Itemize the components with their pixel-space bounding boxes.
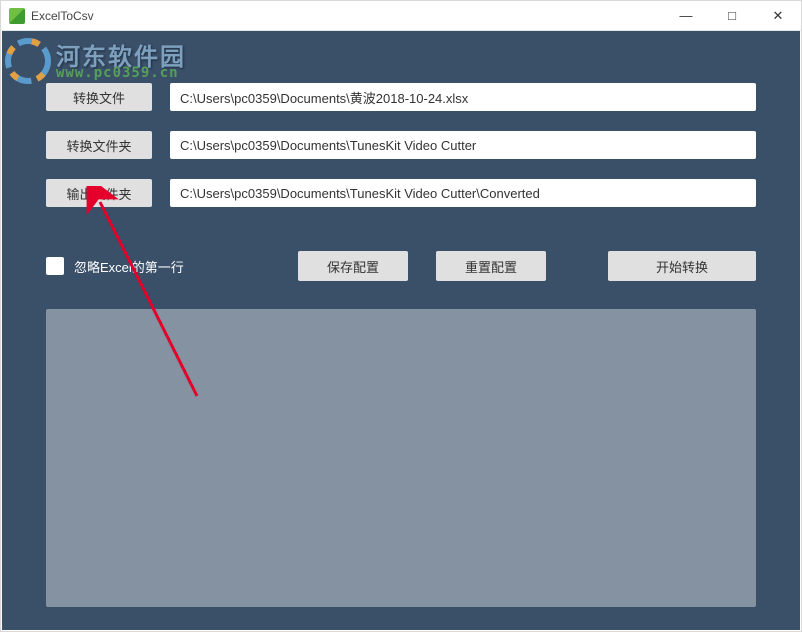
- ignore-first-row-checkbox[interactable]: [46, 257, 64, 275]
- convert-file-button[interactable]: 转换文件: [46, 83, 152, 111]
- maximize-button[interactable]: □: [709, 1, 755, 31]
- start-convert-button[interactable]: 开始转换: [608, 251, 756, 281]
- options-row: 忽略Excel的第一行 保存配置 重置配置 开始转换: [2, 227, 800, 281]
- convert-folder-button[interactable]: 转换文件夹: [46, 131, 152, 159]
- ignore-first-row-label: 忽略Excel的第一行: [74, 257, 184, 276]
- output-folder-button[interactable]: 输出文件夹: [46, 179, 152, 207]
- minimize-button[interactable]: —: [663, 1, 709, 31]
- reset-config-button[interactable]: 重置配置: [436, 251, 546, 281]
- ignore-first-row-option[interactable]: 忽略Excel的第一行: [46, 257, 246, 276]
- close-button[interactable]: ✕: [755, 1, 801, 31]
- window-title: ExcelToCsv: [31, 9, 94, 23]
- row-output-folder: 输出文件夹: [46, 179, 756, 207]
- output-panel: [46, 309, 756, 607]
- convert-folder-input[interactable]: [170, 131, 756, 159]
- row-convert-file: 转换文件: [46, 83, 756, 111]
- app-body: 河东软件园 www.pc0359.cn 转换文件 转换文件夹 输出文件夹 忽略E…: [2, 31, 800, 630]
- save-config-button[interactable]: 保存配置: [298, 251, 408, 281]
- app-icon: [9, 8, 25, 24]
- titlebar: ExcelToCsv — □ ✕: [1, 1, 801, 31]
- output-folder-input[interactable]: [170, 179, 756, 207]
- row-convert-folder: 转换文件夹: [46, 131, 756, 159]
- convert-file-input[interactable]: [170, 83, 756, 111]
